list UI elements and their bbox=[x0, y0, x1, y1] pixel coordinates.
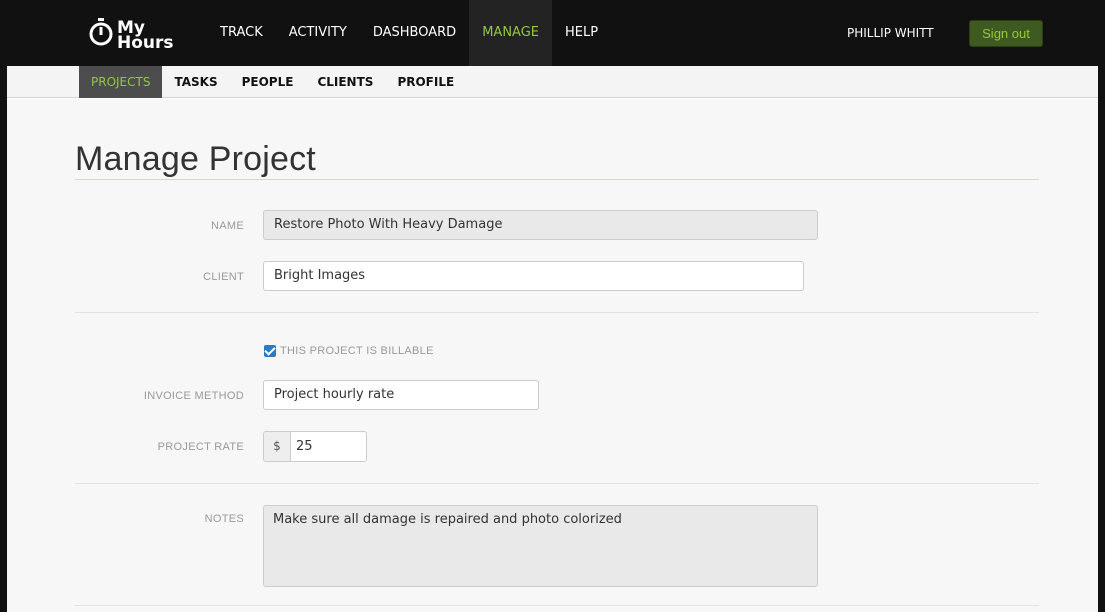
client-field[interactable]: Bright Images bbox=[263, 261, 804, 291]
sub-navbar: PROJECTS TASKS PEOPLE CLIENTS PROFILE bbox=[7, 66, 1098, 98]
sign-out-button[interactable]: Sign out bbox=[969, 20, 1043, 47]
nav-help[interactable]: HELP bbox=[552, 0, 611, 66]
top-navbar: My Hours TRACK ACTIVITY DASHBOARD MANAGE… bbox=[7, 0, 1098, 66]
section-divider bbox=[75, 312, 1039, 313]
stopwatch-icon bbox=[89, 18, 113, 46]
nav-manage[interactable]: MANAGE bbox=[469, 0, 552, 66]
window-frame-right bbox=[1098, 0, 1105, 612]
nav-dashboard[interactable]: DASHBOARD bbox=[360, 0, 469, 66]
window-frame-left bbox=[0, 0, 7, 612]
project-rate-group: $ 25 bbox=[263, 431, 367, 462]
subnav-profile[interactable]: PROFILE bbox=[385, 66, 466, 98]
subnav-tasks[interactable]: TASKS bbox=[162, 66, 229, 98]
client-label: CLIENT bbox=[203, 271, 244, 283]
section-divider bbox=[75, 605, 1039, 606]
name-label: NAME bbox=[211, 220, 244, 232]
invoice-method-select[interactable]: Project hourly rate bbox=[263, 380, 539, 410]
billable-label: THIS PROJECT IS BILLABLE bbox=[280, 345, 434, 357]
logo-text-hours: Hours bbox=[117, 33, 174, 53]
project-rate-label: PROJECT RATE bbox=[157, 441, 244, 453]
notes-label: NOTES bbox=[204, 513, 244, 525]
nav-track[interactable]: TRACK bbox=[207, 0, 276, 66]
invoice-method-label: INVOICE METHOD bbox=[143, 390, 244, 402]
app-logo[interactable]: My Hours bbox=[87, 12, 197, 56]
subnav-people[interactable]: PEOPLE bbox=[230, 66, 306, 98]
main-nav: TRACK ACTIVITY DASHBOARD MANAGE HELP bbox=[207, 0, 611, 66]
project-name-field[interactable]: Restore Photo With Heavy Damage bbox=[263, 210, 818, 240]
billable-row: THIS PROJECT IS BILLABLE bbox=[264, 343, 434, 359]
user-name[interactable]: PHILLIP WHITT bbox=[847, 0, 934, 66]
currency-addon: $ bbox=[263, 431, 290, 462]
sub-nav-items: PROJECTS TASKS PEOPLE CLIENTS PROFILE bbox=[79, 66, 466, 98]
nav-activity[interactable]: ACTIVITY bbox=[276, 0, 360, 66]
billable-checkbox[interactable] bbox=[264, 345, 276, 357]
title-divider bbox=[75, 179, 1039, 180]
notes-textarea[interactable]: Make sure all damage is repaired and pho… bbox=[263, 505, 818, 587]
subnav-projects[interactable]: PROJECTS bbox=[79, 66, 163, 98]
project-rate-input[interactable]: 25 bbox=[290, 431, 367, 462]
page-title: Manage Project bbox=[75, 140, 316, 178]
subnav-clients[interactable]: CLIENTS bbox=[305, 66, 385, 98]
section-divider bbox=[75, 483, 1039, 484]
